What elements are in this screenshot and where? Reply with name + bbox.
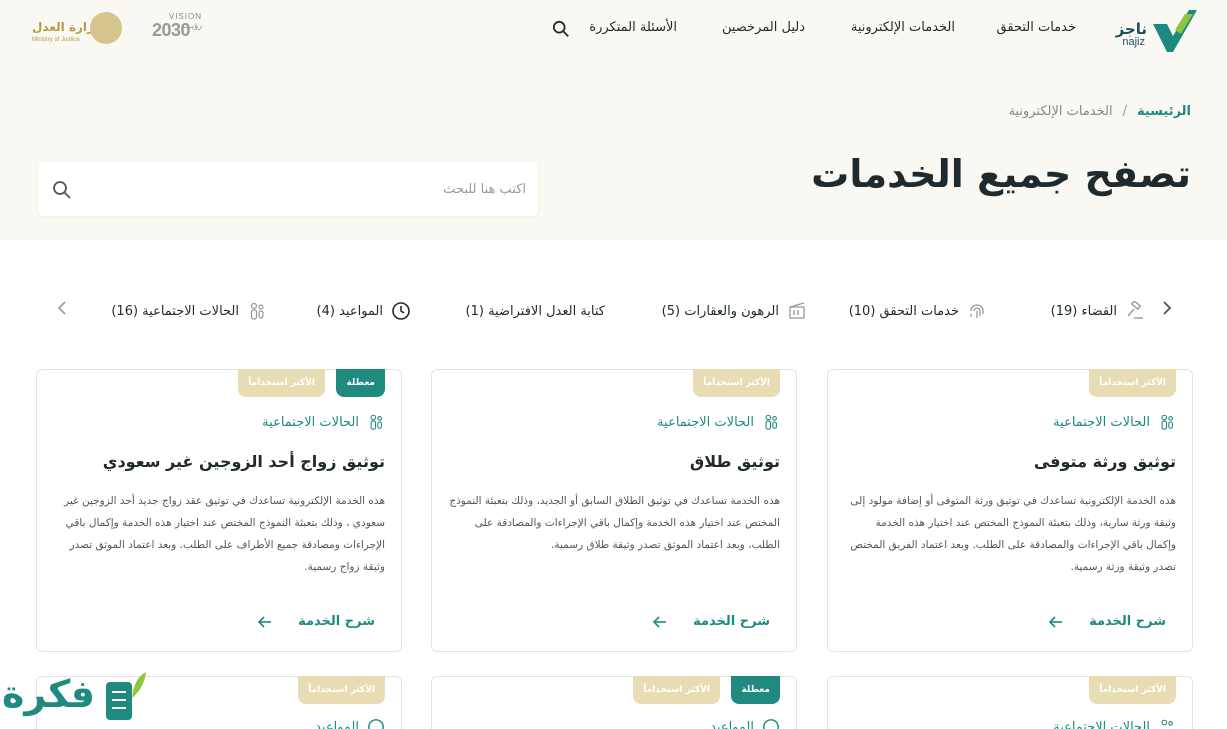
- most-used-badge: الأكثر استخداماً: [1089, 676, 1176, 704]
- most-used-badge: الأكثر استخداماً: [238, 369, 325, 397]
- category-appointments[interactable]: المواعيد (4): [317, 300, 411, 322]
- najiz-logo[interactable]: ناجز najiz: [1107, 4, 1197, 54]
- arrow-left-icon: [1049, 615, 1063, 628]
- most-used-badge: الأكثر استخداماً: [633, 676, 720, 704]
- brand-latin: najiz: [1122, 36, 1145, 48]
- card-category: الحالات الاجتماعية: [262, 412, 385, 432]
- service-search-box: [38, 162, 538, 216]
- clock-icon: [368, 719, 384, 729]
- card-category: الحالات الاجتماعية: [1053, 412, 1176, 432]
- disabled-badge: معطلة: [336, 369, 385, 397]
- category-label: القضاء (19): [1050, 303, 1117, 319]
- service-explanation-link[interactable]: شرح الخدمة: [653, 614, 770, 629]
- family-icon: [1161, 719, 1173, 726]
- category-label: خدمات التحقق (10): [848, 303, 959, 319]
- card-category: الحالات الاجتماعية: [657, 412, 780, 432]
- service-card[interactable]: الأكثر استخداماً الحالات الاجتماعية توثي…: [827, 369, 1193, 652]
- ministry-of-justice-logo: وزارة العدل Ministry of Justice: [30, 10, 122, 48]
- fikra-watermark: فكرة: [0, 664, 152, 728]
- najiz-check-icon: [1153, 10, 1197, 52]
- link-label: شرح الخدمة: [298, 614, 375, 629]
- service-card[interactable]: الأكثر استخداماً الحالات الاجتماعية: [827, 676, 1193, 729]
- card-category-label: الحالات الاجتماعية: [262, 414, 359, 430]
- category-label: الرهون والعقارات (5): [661, 303, 779, 319]
- card-category: المواعيد: [710, 717, 780, 729]
- breadcrumb: الرئيسية / الخدمات الإلكترونية: [1008, 104, 1191, 119]
- card-description: هذه الخدمة الإلكترونية تساعدك في توثيق و…: [850, 495, 1176, 573]
- category-judiciary[interactable]: القضاء (19): [1051, 300, 1145, 322]
- categories-prev-arrow[interactable]: [52, 300, 72, 320]
- ministry-latin: Ministry of Justice: [32, 37, 80, 43]
- category-mortgages[interactable]: الرهون والعقارات (5): [662, 300, 807, 322]
- vision-year: 2030: [152, 20, 191, 40]
- most-used-badge: الأكثر استخداماً: [693, 369, 780, 397]
- category-label: المواعيد (4): [316, 303, 383, 319]
- card-category-label: المواعيد: [315, 719, 359, 729]
- fingerprint-icon: [970, 304, 984, 318]
- most-used-badge: الأكثر استخداماً: [298, 676, 385, 704]
- category-social-status[interactable]: الحالات الاجتماعية (16): [111, 300, 267, 322]
- service-card[interactable]: الأكثر استخداماً الحالات الاجتماعية توثي…: [431, 369, 797, 652]
- card-title: توثيق ورثة متوفى: [1033, 452, 1176, 471]
- ministry-emblem-icon: [90, 12, 122, 44]
- category-virtual-notary[interactable]: كتابة العدل الافتراضية (1): [466, 300, 605, 322]
- family-icon: [1161, 414, 1173, 430]
- service-card[interactable]: معطلة الأكثر استخداماً المواعيد: [431, 676, 797, 729]
- card-category: الحالات الاجتماعية: [1053, 717, 1176, 729]
- notebook-leaf-icon: [106, 672, 146, 720]
- categories-next-arrow[interactable]: [1157, 300, 1177, 320]
- arrow-left-icon: [653, 615, 667, 628]
- nav-licensee-guide[interactable]: دليل المرخصين: [722, 20, 805, 35]
- card-category-label: الحالات الاجتماعية: [657, 414, 754, 430]
- card-category-label: الحالات الاجتماعية: [1053, 719, 1150, 729]
- card-title: توثيق زواج أحد الزوجين غير سعودي: [102, 452, 385, 471]
- search-icon[interactable]: [552, 20, 570, 38]
- service-card[interactable]: معطلة الأكثر استخداماً الحالات الاجتماعي…: [36, 369, 402, 652]
- vision-2030-logo: VISION رؤيـــة 2030: [152, 12, 202, 48]
- arrow-left-icon: [258, 615, 272, 628]
- card-description: هذه الخدمة الإلكترونية تساعدك في توثيق ع…: [64, 495, 385, 573]
- family-icon: [765, 414, 777, 430]
- clock-icon: [392, 302, 410, 320]
- chevron-left-icon: [57, 301, 66, 315]
- breadcrumb-current: الخدمات الإلكترونية: [1008, 104, 1113, 119]
- watermark-text: فكرة: [2, 672, 96, 716]
- service-explanation-link[interactable]: شرح الخدمة: [258, 614, 375, 629]
- category-verification[interactable]: خدمات التحقق (10): [849, 300, 987, 322]
- search-icon[interactable]: [52, 180, 72, 200]
- card-category-label: الحالات الاجتماعية: [1053, 414, 1150, 430]
- link-label: شرح الخدمة: [1089, 614, 1166, 629]
- card-category-label: المواعيد: [710, 719, 754, 729]
- nav-faq[interactable]: الأسئلة المتكررة: [589, 20, 677, 35]
- disabled-badge: معطلة: [731, 676, 780, 704]
- breadcrumb-home[interactable]: الرئيسية: [1137, 104, 1191, 119]
- card-title: توثيق طلاق: [689, 452, 780, 471]
- gavel-icon: [1127, 301, 1143, 319]
- building-icon: [789, 302, 805, 319]
- clock-icon: [763, 719, 779, 729]
- family-icon: [250, 302, 264, 320]
- breadcrumb-separator: /: [1122, 104, 1127, 119]
- most-used-badge: الأكثر استخداماً: [1089, 369, 1176, 397]
- page-title: تصفح جميع الخدمات: [811, 152, 1191, 196]
- search-input[interactable]: [98, 162, 538, 216]
- family-icon: [370, 414, 382, 430]
- category-label: الحالات الاجتماعية (16): [111, 303, 239, 319]
- service-explanation-link[interactable]: شرح الخدمة: [1049, 614, 1166, 629]
- card-description: هذه الخدمة تساعدك في توثيق الطلاق السابق…: [449, 495, 780, 551]
- top-navigation-bar: ناجز najiz خدمات التحقق الخدمات الإلكترو…: [0, 0, 1227, 60]
- nav-electronic-services[interactable]: الخدمات الإلكترونية: [851, 20, 955, 35]
- card-category: المواعيد: [315, 717, 385, 729]
- chevron-right-icon: [1163, 301, 1172, 315]
- category-label: كتابة العدل الافتراضية (1): [465, 303, 605, 319]
- link-label: شرح الخدمة: [693, 614, 770, 629]
- nav-verification-services[interactable]: خدمات التحقق: [997, 20, 1076, 35]
